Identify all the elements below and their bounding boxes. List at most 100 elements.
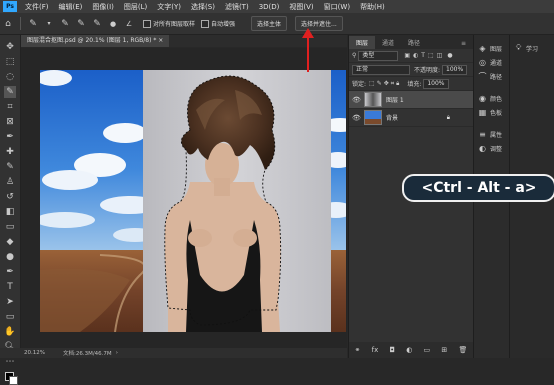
panel-adjustments-label: 调整 [490, 145, 503, 153]
menu-image[interactable]: 图像(I) [87, 2, 119, 12]
trash-icon[interactable]: 🗑︎ [458, 346, 467, 354]
layers-icon: ◈ [479, 43, 486, 53]
color-icon: ◉ [479, 93, 486, 103]
panel-adjustments[interactable]: ◐ 调整 [474, 141, 509, 155]
color-swatches-icon[interactable] [4, 371, 18, 385]
paths-icon: ⌒ [478, 71, 487, 81]
menu-help[interactable]: 帮助(H) [355, 2, 390, 12]
panel-menu-icon[interactable]: ≡ [454, 38, 473, 49]
menu-type[interactable]: 文字(Y) [152, 2, 186, 12]
lasso-tool-icon[interactable]: ◌ [4, 71, 16, 83]
type-tool-icon[interactable]: T [4, 281, 16, 293]
crop-tool-icon[interactable]: ⌗ [4, 101, 16, 113]
menu-3d[interactable]: 3D(D) [254, 3, 285, 11]
lock-icons[interactable]: ⬚✎✥⌗🔒︎ [369, 80, 401, 88]
quick-select-tool-icon[interactable]: ✎ [28, 19, 38, 29]
opacity-label: 不透明度: [414, 67, 441, 74]
layer-style-icon[interactable]: fx [372, 346, 379, 354]
opacity-field[interactable]: 100% [442, 64, 468, 75]
layer-name[interactable]: 图层 1 [386, 95, 404, 104]
filter-kind-select[interactable]: 类型 [358, 50, 399, 61]
tab-paths[interactable]: 路径 [401, 36, 427, 49]
lock-row: 锁定: ⬚✎✥⌗🔒︎ 填充: 100% [349, 77, 473, 91]
home-icon[interactable]: ⌂ [3, 19, 13, 29]
brush-size-icon[interactable]: ● [108, 19, 118, 29]
move-tool-icon[interactable]: ✥ [4, 41, 16, 53]
panel-paths[interactable]: ⌒ 路径 [474, 69, 509, 83]
menu-select[interactable]: 选择(S) [186, 2, 220, 12]
layers-panel-tabs: 图层 通道 路径 ≡ [349, 35, 473, 49]
eye-icon[interactable]: 👁︎ [352, 114, 361, 122]
panel-learn[interactable]: 💡︎ 学习 [510, 41, 554, 55]
divider [20, 17, 21, 30]
subtract-selection-icon[interactable]: ✎ [92, 19, 102, 29]
filter-icons[interactable]: ▣◐T⬚◫ [404, 52, 445, 59]
zoom-level[interactable]: 20.12% [0, 350, 45, 356]
tab-channels[interactable]: 通道 [375, 36, 401, 49]
panel-color[interactable]: ◉ 颜色 [474, 91, 509, 105]
panel-properties-label: 属性 [490, 131, 503, 139]
adjustment-layer-icon[interactable]: ◐ [406, 346, 412, 354]
hand-tool-icon[interactable]: ✋ [4, 326, 16, 338]
swatches-icon: ▦ [478, 107, 487, 117]
menu-file[interactable]: 文件(F) [20, 2, 54, 12]
marquee-tool-icon[interactable]: ⬚ [4, 56, 16, 68]
add-mask-icon[interactable]: ◘ [389, 346, 395, 354]
search-icon: ⚲ [352, 52, 357, 59]
blur-tool-icon[interactable]: ◆ [4, 236, 16, 248]
eyedropper-tool-icon[interactable]: ✒ [4, 131, 16, 143]
document-tab[interactable]: 图层混合抠图.psd @ 20.1% (图层 1, RGB/8) * × [21, 35, 170, 47]
layer-row[interactable]: 👁︎ 图层 1 [349, 91, 473, 109]
tab-layers[interactable]: 图层 [349, 36, 376, 49]
filter-toggle-icon[interactable]: ● [447, 52, 452, 59]
sample-all-layers-checkbox[interactable] [143, 19, 151, 28]
angle-icon[interactable]: ∠ [124, 19, 134, 29]
gradient-tool-icon[interactable]: ▭ [4, 221, 16, 233]
add-to-selection-icon[interactable]: ✎ [76, 19, 86, 29]
new-selection-icon[interactable]: ✎ [60, 19, 70, 29]
history-brush-icon[interactable]: ↺ [4, 191, 16, 203]
panel-swatches[interactable]: ▦ 色板 [474, 105, 509, 119]
close-icon[interactable]: × [158, 37, 163, 44]
stamp-tool-icon[interactable]: ♙ [4, 176, 16, 188]
document-title: 图层混合抠图.psd @ 20.1% (图层 1, RGB/8) * [27, 37, 157, 44]
auto-enhance-checkbox[interactable] [201, 19, 210, 28]
pen-tool-icon[interactable]: ✒ [4, 266, 16, 278]
quick-select-tool-icon[interactable]: ✎ [4, 86, 16, 98]
chevron-right-icon[interactable]: › [112, 350, 118, 356]
menu-view[interactable]: 视图(V) [284, 2, 318, 12]
blend-mode-select[interactable]: 正常 [352, 64, 410, 75]
path-select-icon[interactable]: ➤ [4, 296, 16, 308]
chevron-down-icon[interactable]: ▾ [44, 19, 54, 29]
new-layer-icon[interactable]: ⊞ [441, 346, 447, 354]
layer-name[interactable]: 背景 [386, 113, 398, 122]
panel-properties[interactable]: ≡ 属性 [474, 127, 509, 141]
eye-icon[interactable]: 👁︎ [352, 96, 361, 104]
healing-brush-icon[interactable]: ✚ [4, 146, 16, 158]
options-bar: ⌂ ✎ ▾ ✎ ✎ ✎ ● ∠ 对所有图层取样 自动增强 选择主体 选择并遮住.… [0, 13, 554, 35]
fill-field[interactable]: 100% [423, 78, 449, 89]
menu-layer[interactable]: 图层(L) [119, 2, 152, 12]
panel-layers-label: 图层 [490, 45, 503, 53]
link-layers-icon[interactable]: ⚭ [355, 346, 361, 354]
status-bar: 20.12% 文档:26.3M/46.7M › [0, 348, 347, 358]
menu-edit[interactable]: 编辑(E) [54, 2, 88, 12]
brush-tool-icon[interactable]: ✎ [4, 161, 16, 173]
select-subject-button[interactable]: 选择主体 [251, 16, 288, 31]
frame-tool-icon[interactable]: ⊠ [4, 116, 16, 128]
layer-filter-row: ⚲ 类型 ▣◐T⬚◫ ● [349, 49, 473, 63]
eraser-tool-icon[interactable]: ◧ [4, 206, 16, 218]
layer-row[interactable]: 👁︎ 背景 🔒︎ [349, 109, 473, 127]
layers-footer: ⚭ fx ◘ ◐ ▭ ⊞ 🗑︎ [349, 342, 473, 358]
rectangle-tool-icon[interactable]: ▭ [4, 311, 16, 323]
panel-channels[interactable]: ◎ 通道 [474, 55, 509, 69]
menu-window[interactable]: 窗口(W) [319, 2, 355, 12]
panel-layers[interactable]: ◈ 图层 [474, 41, 509, 55]
dodge-tool-icon[interactable]: ● [4, 251, 16, 263]
blend-row: 正常 不透明度: 100% [349, 63, 473, 77]
menu-filter[interactable]: 滤镜(T) [220, 2, 254, 12]
new-group-icon[interactable]: ▭ [424, 346, 431, 354]
lightbulb-icon: 💡︎ [515, 43, 522, 52]
shortcut-callout: <Ctrl - Alt - a> [402, 174, 554, 202]
document-image[interactable] [40, 70, 346, 332]
